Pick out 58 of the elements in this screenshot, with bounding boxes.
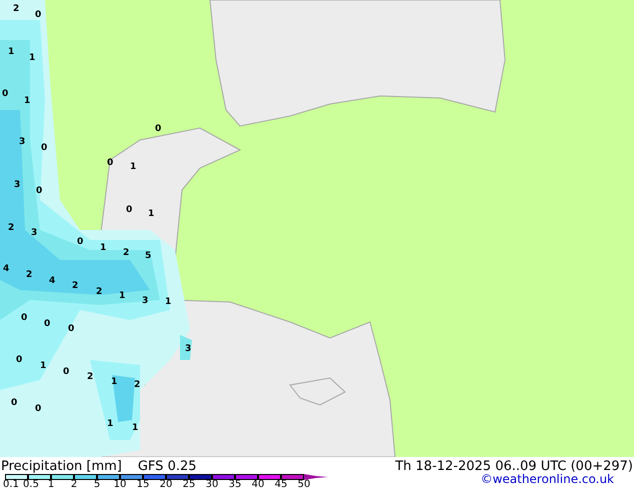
- precipitation-value: 1: [100, 244, 106, 253]
- legend-label: 25: [182, 480, 196, 490]
- precipitation-value: 1: [40, 362, 46, 371]
- precipitation-value: 0: [41, 144, 48, 153]
- precipitation-value: 0: [11, 399, 18, 408]
- legend-label: 35: [228, 480, 242, 490]
- legend-label: 0.1: [3, 480, 19, 490]
- precipitation-value: 0: [21, 314, 28, 323]
- precipitation-value: 1: [24, 97, 30, 106]
- legend-label: 50: [298, 480, 310, 490]
- precipitation-value: 0: [44, 320, 50, 329]
- precipitation-value: 2: [96, 288, 102, 297]
- precipitation-value: 0: [35, 405, 42, 414]
- precipitation-value: 4: [3, 265, 10, 274]
- precipitation-value: 2: [87, 373, 94, 382]
- precipitation-value: 3: [19, 138, 26, 147]
- precipitation-value: 1: [29, 54, 36, 63]
- precipitation-value: 1: [107, 420, 114, 429]
- legend-label: 5: [94, 480, 100, 490]
- precipitation-value: 2: [134, 381, 140, 390]
- precipitation-value: 1: [119, 292, 126, 301]
- precipitation-value: 0: [35, 11, 42, 20]
- precipitation-value: 0: [107, 159, 114, 168]
- precipitation-value: 0: [155, 125, 162, 134]
- precipitation-value: 2: [26, 271, 32, 280]
- precipitation-value: 3: [31, 229, 38, 238]
- precipitation-value: 2: [13, 5, 20, 14]
- precipitation-value: 0: [77, 238, 84, 247]
- precipitation-value: 1: [130, 163, 136, 172]
- precipitation-value: 1: [132, 424, 138, 433]
- legend-label: 1: [48, 480, 54, 490]
- precipitation-value: 0: [36, 187, 42, 196]
- precipitation-value: 0: [16, 356, 22, 365]
- precipitation-value: 0: [63, 368, 70, 377]
- valid-time: Th 18-12-2025 06..09 UTC (00+297): [395, 460, 633, 473]
- model-name: GFS 0.25: [138, 460, 197, 473]
- chart-title: Precipitation [mm]: [1, 460, 122, 473]
- legend-label: 45: [274, 480, 288, 490]
- precipitation-value: 0: [126, 206, 132, 215]
- precipitation-value: 1: [165, 298, 172, 307]
- credit-link[interactable]: ©weatheronline.co.uk: [480, 473, 634, 490]
- precipitation-value: 0: [2, 90, 8, 99]
- legend-label: 10: [114, 480, 126, 490]
- precipitation-value: 1: [148, 210, 154, 219]
- precipitation-value: 3: [14, 181, 20, 190]
- legend-label: 15: [136, 480, 150, 490]
- precipitation-value: 3: [142, 297, 148, 306]
- precipitation-value: 1: [8, 48, 14, 57]
- precipitation-value: 5: [145, 252, 152, 261]
- precipitation-value: 4: [49, 277, 56, 286]
- precipitation-value: 2: [72, 282, 78, 291]
- legend-label: 0.5: [23, 480, 39, 490]
- precipitation-value: 0: [68, 325, 74, 334]
- precipitation-value: 1: [111, 378, 118, 387]
- legend-label: 40: [252, 480, 264, 490]
- precipitation-value: 2: [123, 249, 130, 258]
- precipitation-value: 3: [185, 345, 192, 354]
- precipitation-value: 2: [8, 224, 14, 233]
